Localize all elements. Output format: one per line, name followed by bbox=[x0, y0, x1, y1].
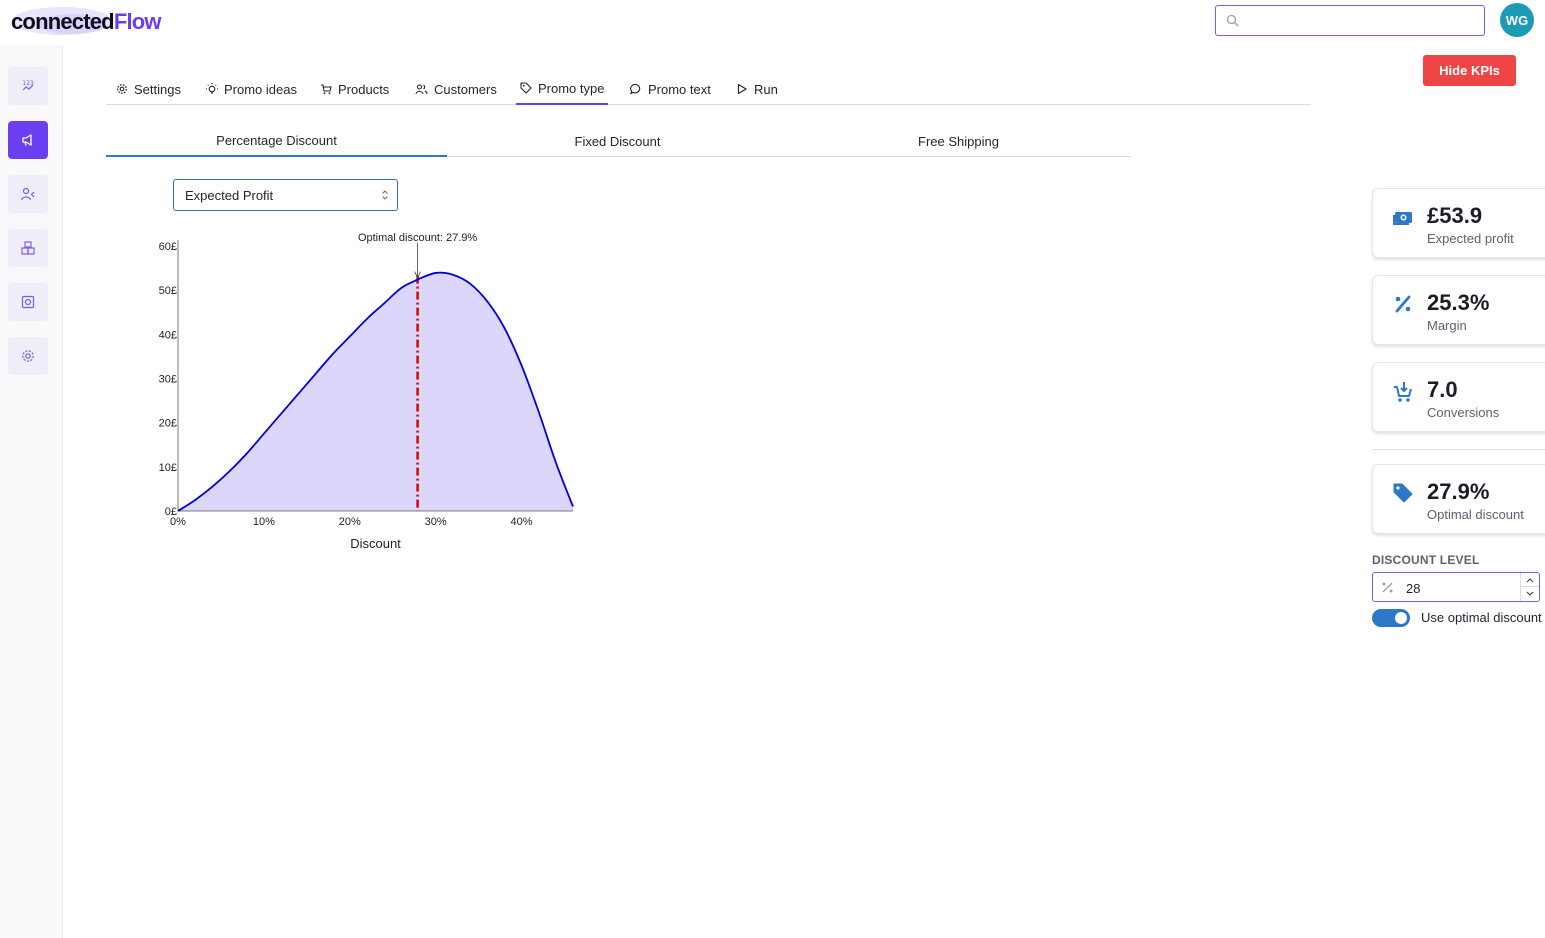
expected-profit-chart: 0£10£20£30£40£50£60£0% 10% 20% 30% 40%Discou… bbox=[159, 232, 574, 551]
sidebar-item-promotions[interactable] bbox=[8, 121, 48, 159]
sidebar: 123 bbox=[0, 45, 63, 938]
sidebar-item-products[interactable] bbox=[8, 229, 48, 267]
discount-level-value: 28 bbox=[1406, 581, 1421, 596]
discount-level-input[interactable]: 28 bbox=[1372, 572, 1540, 602]
x-tick-label: 10% bbox=[253, 516, 275, 528]
logo-text: connectedFlow bbox=[11, 9, 162, 35]
chart-area-fill bbox=[178, 272, 573, 511]
use-optimal-discount-label: Use optimal discount bbox=[1421, 610, 1542, 625]
logo-text-part2: Flow bbox=[113, 9, 162, 34]
sidebar-item-settings[interactable] bbox=[8, 337, 48, 375]
promo-type-subtabs: Percentage Discount Fixed Discount Free … bbox=[106, 126, 1131, 157]
chevron-up-icon bbox=[1526, 577, 1534, 582]
percent-icon bbox=[1395, 295, 1411, 313]
kpi-card-expected-profit: £53.9 Expected profit bbox=[1372, 188, 1545, 258]
money-icon bbox=[1393, 212, 1412, 225]
tab-label: Customers bbox=[434, 81, 497, 97]
tab-label: Products bbox=[338, 81, 390, 97]
cart-icon bbox=[321, 84, 332, 95]
sidebar-item-catalog[interactable] bbox=[8, 283, 48, 321]
tab-customers[interactable]: Customers bbox=[411, 73, 501, 105]
decrement-button[interactable] bbox=[1521, 587, 1539, 601]
y-tick-label: 50£ bbox=[159, 285, 177, 297]
kpi-card-margin: 25.3% Margin bbox=[1372, 275, 1545, 345]
tab-label: Promo ideas bbox=[224, 81, 297, 97]
increment-button[interactable] bbox=[1521, 573, 1539, 587]
kpi-label: Margin bbox=[1427, 318, 1467, 333]
main-tabs: Settings Promo ideas Products Customers … bbox=[106, 73, 1311, 105]
chevron-up-down-icon bbox=[382, 190, 388, 200]
search-icon bbox=[1226, 14, 1239, 27]
cart-plus-icon bbox=[1394, 382, 1412, 402]
tab-promo-type[interactable]: Promo type bbox=[516, 73, 609, 105]
chat-bubble-icon bbox=[630, 83, 641, 95]
tab-promo-text[interactable]: Promo text bbox=[626, 73, 715, 105]
chevron-down-icon bbox=[1526, 591, 1534, 596]
lightbulb-icon bbox=[206, 83, 218, 94]
x-tick-label: 20% bbox=[339, 516, 361, 528]
kpi-value: 25.3% bbox=[1427, 290, 1490, 315]
x-axis-label: Discount bbox=[350, 536, 401, 551]
y-tick-label: 10£ bbox=[159, 462, 177, 474]
tag-icon bbox=[1393, 483, 1413, 503]
users-icon bbox=[415, 84, 428, 95]
tab-label: Promo type bbox=[538, 80, 605, 96]
x-tick-label: 30% bbox=[425, 516, 447, 528]
tab-label: Settings bbox=[134, 81, 181, 97]
top-bar: connectedFlow WG bbox=[0, 0, 1545, 45]
tab-label: Run bbox=[754, 81, 778, 97]
play-icon bbox=[737, 83, 747, 95]
annotation-label: Optimal discount: 27.9% bbox=[358, 232, 477, 244]
use-optimal-discount-toggle[interactable] bbox=[1372, 609, 1410, 627]
tab-label: Promo text bbox=[648, 81, 711, 97]
megaphone-icon bbox=[22, 134, 32, 146]
sidebar-item-kpis[interactable]: 123 bbox=[8, 67, 48, 105]
kpi-value: £53.9 bbox=[1427, 203, 1483, 228]
subtab-percentage-discount[interactable]: Percentage Discount bbox=[106, 126, 447, 157]
gear-icon bbox=[22, 350, 34, 362]
kpi-label: Expected profit bbox=[1427, 231, 1514, 246]
logo-text-part1: connected bbox=[11, 9, 115, 34]
discount-level-stepper bbox=[1520, 573, 1539, 601]
tab-run[interactable]: Run bbox=[732, 73, 782, 105]
subtab-free-shipping[interactable]: Free Shipping bbox=[788, 126, 1129, 157]
kpi-label: Optimal discount bbox=[1427, 507, 1524, 522]
kpi-label: Conversions bbox=[1427, 405, 1500, 420]
search-box[interactable] bbox=[1215, 5, 1485, 36]
x-tick-label: 0% bbox=[170, 516, 186, 528]
kpi-card-optimal-discount: 27.9% Optimal discount bbox=[1372, 464, 1545, 534]
app-logo[interactable]: connectedFlow bbox=[10, 4, 170, 38]
hide-kpis-button[interactable]: Hide KPIs bbox=[1423, 55, 1516, 86]
product-icon bbox=[21, 295, 35, 309]
metric-select[interactable]: Expected Profit bbox=[173, 179, 398, 211]
kpi-value: 27.9% bbox=[1427, 479, 1490, 504]
toggle-knob bbox=[1395, 612, 1407, 624]
tab-products[interactable]: Products bbox=[316, 73, 393, 105]
y-tick-label: 20£ bbox=[159, 418, 177, 430]
x-tick-label: 40% bbox=[510, 516, 532, 528]
y-tick-label: 40£ bbox=[159, 329, 177, 341]
kpi-value: 7.0 bbox=[1427, 377, 1458, 402]
numbers-icon: 123 bbox=[22, 80, 34, 91]
discount-level-label: DISCOUNT LEVEL bbox=[1372, 553, 1480, 567]
tab-promo-ideas[interactable]: Promo ideas bbox=[202, 73, 301, 105]
metric-select-value: Expected Profit bbox=[185, 187, 274, 203]
tab-settings[interactable]: Settings bbox=[112, 73, 185, 105]
sidebar-item-customers[interactable] bbox=[8, 175, 48, 213]
boxes-icon bbox=[21, 241, 35, 255]
y-tick-label: 60£ bbox=[159, 241, 177, 253]
subtab-fixed-discount[interactable]: Fixed Discount bbox=[447, 126, 788, 157]
user-avatar[interactable]: WG bbox=[1500, 3, 1534, 37]
tag-icon bbox=[520, 82, 532, 94]
gear-icon bbox=[117, 84, 127, 94]
percent-icon bbox=[1382, 582, 1393, 593]
kpi-card-conversions: 7.0 Conversions bbox=[1372, 362, 1545, 432]
kpi-divider bbox=[1372, 449, 1545, 450]
customer-icon bbox=[20, 187, 35, 201]
search-input[interactable] bbox=[1244, 10, 1476, 32]
y-tick-label: 30£ bbox=[159, 374, 177, 386]
